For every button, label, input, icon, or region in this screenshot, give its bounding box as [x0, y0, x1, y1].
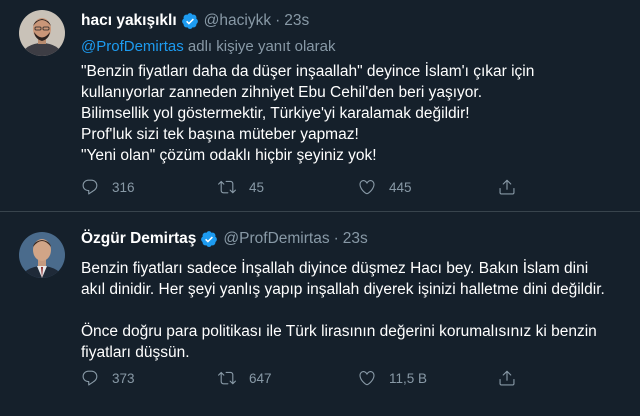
- share-icon: [499, 179, 515, 195]
- avatar-profdemirtas[interactable]: [19, 232, 65, 278]
- retweet-icon: [218, 180, 236, 194]
- reply-count: 373: [112, 370, 135, 386]
- like-icon: [359, 180, 375, 195]
- reply-button[interactable]: 316: [81, 178, 218, 196]
- retweet-button[interactable]: 45: [218, 178, 358, 196]
- tweet-divider: [0, 211, 640, 212]
- like-button[interactable]: 11,5 B: [358, 369, 498, 387]
- tweet-text-line: "Yeni olan" çözüm odaklı hiçbir şeyiniz …: [81, 147, 377, 164]
- timestamp[interactable]: 23s: [284, 12, 309, 30]
- share-button[interactable]: [498, 178, 529, 196]
- replying-to-mention[interactable]: @ProfDemirtas: [81, 38, 184, 55]
- tweet-text-line: Önce doğru para politikası ile Türk lira…: [81, 323, 597, 340]
- share-icon: [499, 370, 515, 386]
- tweet-text-line: Bilimsellik yol göstermektir, Türkiye'yi…: [81, 105, 470, 122]
- like-count: 11,5 B: [389, 370, 428, 386]
- like-button[interactable]: 445: [358, 178, 498, 196]
- tweet-text-line: akıl dinidir. Her şeyi yanlış yapıp inşa…: [81, 281, 605, 298]
- timestamp[interactable]: 23s: [343, 230, 368, 248]
- display-name[interactable]: hacı yakışıklı: [81, 12, 177, 30]
- verified-badge-icon: [181, 12, 199, 30]
- tweet-profdemirtas[interactable]: Özgür Demirtaş @ProfDemirtas · 23s Benzi…: [0, 213, 640, 416]
- tweet-text: "Benzin fiyatları daha da düşer inşaalla…: [81, 61, 534, 166]
- replying-to-suffix: adlı kişiye yanıt olarak: [183, 38, 336, 55]
- tweet-haciykk[interactable]: hacı yakışıklı @haciykk · 23s @ProfDemir…: [0, 0, 640, 212]
- separator: ·: [275, 12, 281, 29]
- tweet-text-line: kullanıyorlar zanneden zihniyet Ebu Cehi…: [81, 84, 483, 101]
- tweet-header: Özgür Demirtaş @ProfDemirtas · 23s: [81, 230, 368, 248]
- retweet-count: 647: [249, 370, 272, 386]
- handle[interactable]: @haciykk: [204, 12, 271, 30]
- like-icon: [359, 371, 375, 386]
- action-bar: 316 45 445: [81, 178, 529, 196]
- tweet-text: Benzin fiyatları sadece İnşallah diyince…: [81, 258, 605, 363]
- share-button[interactable]: [498, 369, 529, 387]
- verified-badge-icon: [200, 230, 218, 248]
- retweet-count: 45: [249, 179, 265, 195]
- tweet-text-line: [81, 300, 605, 321]
- action-bar: 373 647 11,5 B: [81, 369, 529, 387]
- replying-to: @ProfDemirtas adlı kişiye yanıt olarak: [81, 38, 336, 55]
- handle[interactable]: @ProfDemirtas: [223, 230, 329, 248]
- display-name[interactable]: Özgür Demirtaş: [81, 230, 196, 248]
- like-count: 445: [389, 179, 412, 195]
- tweet-text-line: fiyatları düşsün.: [81, 344, 190, 361]
- reply-icon: [82, 370, 98, 386]
- retweet-icon: [218, 371, 236, 385]
- retweet-button[interactable]: 647: [218, 369, 358, 387]
- tweet-header: hacı yakışıklı @haciykk · 23s: [81, 12, 309, 30]
- tweet-text-line: "Benzin fiyatları daha da düşer inşaalla…: [81, 63, 535, 80]
- avatar-haciykk[interactable]: [19, 10, 65, 56]
- reply-icon: [82, 179, 98, 195]
- tweet-text-line: Benzin fiyatları sadece İnşallah diyince…: [81, 260, 589, 277]
- reply-count: 316: [112, 179, 135, 195]
- reply-button[interactable]: 373: [81, 369, 218, 387]
- separator: ·: [333, 230, 339, 247]
- tweet-text-line: Prof'luk sizi tek başına müteber yapmaz!: [81, 126, 359, 143]
